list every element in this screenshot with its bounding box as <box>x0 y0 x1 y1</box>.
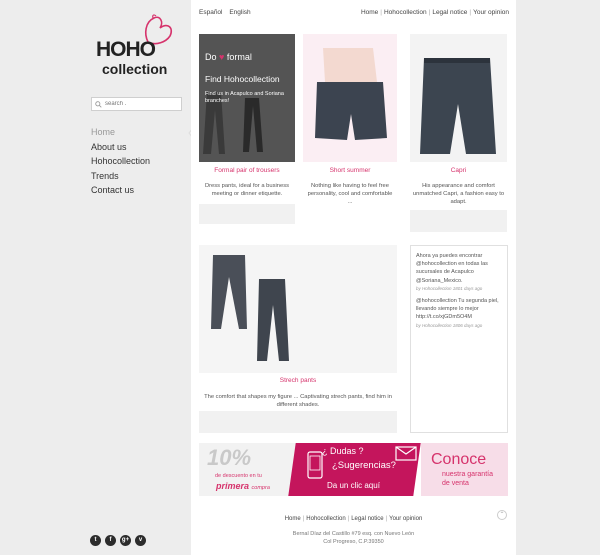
product-footer-formal <box>199 204 295 224</box>
nav-item-trends[interactable]: Trends <box>91 169 150 184</box>
click-here-text[interactable]: Da un clic aquí <box>327 481 380 490</box>
vimeo-icon[interactable]: v <box>135 535 146 546</box>
search-box[interactable] <box>91 97 182 111</box>
overlay-find: Find Hohocollection <box>205 74 280 84</box>
product-desc-formal: Dress pants, ideal for a business meetin… <box>204 183 290 197</box>
nav-item-contact-us[interactable]: Contact us <box>91 183 150 198</box>
footer-link-hohocollection[interactable]: Hohocollection <box>306 516 345 522</box>
top-links: Home | Hohocollection | Legal notice | Your op… <box>360 9 509 16</box>
sugerencias-text: ¿Sugerencias? <box>332 460 396 471</box>
tweet-text: Ahora ya puedes encontrar @hohocollectio… <box>416 253 488 284</box>
footer-link-your-opinion[interactable]: Your opinion <box>389 516 422 522</box>
twitter-feed: Ahora ya puedes encontrar @hohocollectio… <box>410 245 508 433</box>
social-links: t f g+ v <box>90 535 146 546</box>
product-title-short[interactable]: Short summer <box>303 167 397 174</box>
discount-percent: 10% <box>207 445 252 470</box>
product-title-capri[interactable]: Capri <box>410 167 507 174</box>
logo-sub-text: collection <box>102 61 168 77</box>
footer-address: Bernal Díaz del Castillo #79 esq. con Nu… <box>191 530 516 546</box>
product-title-formal[interactable]: Formal pair of trousers <box>199 167 295 174</box>
lang-english[interactable]: English <box>229 9 250 16</box>
search-input[interactable] <box>105 101 175 107</box>
address-line-2: Col Progreso, C.P.39350 <box>323 539 384 545</box>
sidebar: HOHO collection Home About us Hohocollec… <box>80 0 190 555</box>
google-plus-icon[interactable]: g+ <box>120 535 131 546</box>
overlay-do: Do <box>205 52 217 62</box>
footer-links: Home | Hohocollection | Legal notice | Your op… <box>284 516 423 522</box>
product-card-capri: Capri His appearance and comfort unmatch… <box>410 34 507 232</box>
tweet: @hohocollection Tu segunda piel, llevand… <box>416 297 503 330</box>
mail-icon <box>395 446 417 461</box>
product-desc-short: Nothing like having to feel free persona… <box>307 183 393 205</box>
tweet-meta[interactable]: by Hohocollection 1806 days ago <box>416 323 482 328</box>
overlay-find-us: Find us in Acapulco and Soriana branches… <box>205 91 284 104</box>
tweet: Ahora ya puedes encontrar @hohocollectio… <box>416 252 503 293</box>
top-link-your-opinion[interactable]: Your opinion <box>473 9 509 16</box>
address-line-1: Bernal Díaz del Castillo #79 esq. con Nu… <box>292 531 415 537</box>
main-content: Español English Home | Hohocollection | Lega… <box>191 0 516 555</box>
capri-photo <box>410 34 507 162</box>
search-icon <box>95 100 102 108</box>
top-bar: Español English Home | Hohocollection | Lega… <box>199 9 509 21</box>
product-card-short: Short summer Nothing like having to feel… <box>303 34 397 224</box>
product-title-strech[interactable]: Strech pants <box>199 377 397 384</box>
tweet-meta[interactable]: by Hohocollection 1801 days ago <box>416 286 482 291</box>
product-footer-strech <box>199 411 397 433</box>
tweet-text: @hohocollection Tu segunda piel, llevand… <box>416 298 499 321</box>
dudas-text: ¿ Dudas ? <box>322 446 364 456</box>
footer-link-legal-notice[interactable]: Legal notice <box>351 516 383 522</box>
twitter-icon[interactable]: t <box>90 535 101 546</box>
product-card-formal: Do ♥ formal Find Hohocollection Find us … <box>199 34 295 224</box>
product-desc-strech: The comfort that shapes my figure ... Ca… <box>204 394 392 408</box>
lang-spanish[interactable]: Español <box>199 9 223 16</box>
short-summer-photo <box>303 34 397 162</box>
strech-pants-photo <box>199 245 397 373</box>
guarantee-line1: nuestra garantía <box>442 471 493 478</box>
heart-icon: ♥ <box>219 52 225 62</box>
nav-item-home[interactable]: Home <box>91 125 150 140</box>
conoce-text: Conoce <box>431 451 487 468</box>
top-link-hohocollection[interactable]: Hohocollection <box>384 9 427 16</box>
top-link-home[interactable]: Home <box>361 9 378 16</box>
product-image-short[interactable] <box>303 34 397 162</box>
nav-item-hohocollection[interactable]: Hohocollection <box>91 154 150 169</box>
nav-item-about-us[interactable]: About us <box>91 140 150 155</box>
top-link-legal-notice[interactable]: Legal notice <box>432 9 467 16</box>
product-footer-capri <box>410 210 507 232</box>
main-nav: Home About us Hohocollection Trends Cont… <box>91 125 150 198</box>
product-image-strech[interactable] <box>199 245 397 373</box>
facebook-icon[interactable]: f <box>105 535 116 546</box>
guarantee-line2: de venta <box>442 480 469 487</box>
product-image-formal[interactable]: Do ♥ formal Find Hohocollection Find us … <box>199 34 295 162</box>
first-purchase: primera compra <box>216 481 270 491</box>
promo-banner[interactable]: 10% de descuento en tu primera compra ¿ … <box>199 443 508 496</box>
product-footer-short <box>303 212 397 224</box>
product-image-capri[interactable] <box>410 34 507 162</box>
page: HOHO collection Home About us Hohocollec… <box>0 0 600 555</box>
logo-main-text: HOHO <box>96 38 156 61</box>
product-desc-capri: His appearance and comfort unmatched Cap… <box>412 183 505 205</box>
discount-line: de descuento en tu <box>215 473 262 479</box>
product-card-strech: Strech pants The comfort that shapes my … <box>199 245 397 433</box>
logo[interactable]: HOHO collection <box>96 10 184 80</box>
footer-link-home[interactable]: Home <box>285 516 301 522</box>
overlay-formal: formal <box>226 52 252 62</box>
language-switcher: Español English <box>199 9 256 16</box>
